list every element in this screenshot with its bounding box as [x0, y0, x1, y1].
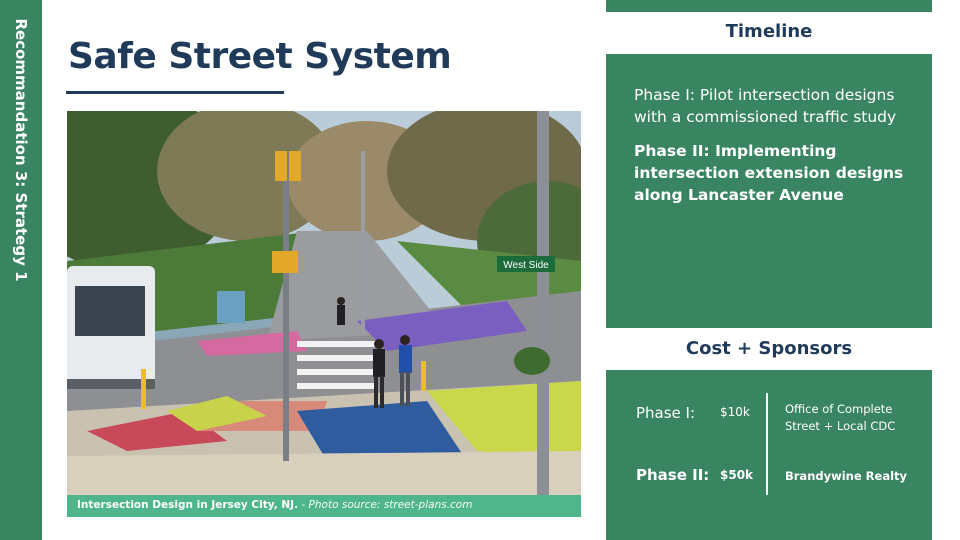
cost-phase-1-label: Phase I:: [636, 404, 696, 422]
sidebar-vertical-label: Recommandation 3: Strategy 1: [12, 18, 30, 282]
cost-phase-2-amount: $50k: [720, 468, 754, 482]
intersection-photo: West Side: [67, 111, 581, 495]
cost-heading: Cost + Sponsors: [685, 338, 853, 359]
cost-phase-2-sponsor: Brandywine Realty: [785, 469, 908, 483]
title-underline: [66, 91, 284, 94]
left-sidebar-bar: Recommandation 3: Strategy 1: [0, 0, 42, 540]
timeline-heading: Timeline: [725, 21, 813, 42]
caption-location: Intersection Design in Jersey City, NJ.: [77, 499, 299, 511]
photo-caption: Intersection Design in Jersey City, NJ. …: [67, 495, 581, 517]
cost-divider: [766, 393, 768, 495]
intersection-photo-illustration: West Side: [67, 111, 581, 495]
timeline-panel: Phase I: Pilot intersection designs with…: [606, 54, 932, 328]
caption-source: - Photo source: street-plans.com: [298, 499, 473, 511]
top-accent-bar: [606, 0, 932, 12]
street-sign-text: West Side: [503, 260, 549, 271]
cost-phase-2-label: Phase II:: [636, 466, 710, 484]
timeline-phase-1: Phase I: Pilot intersection designs with…: [634, 86, 897, 126]
cost-phase-1-amount: $10k: [720, 405, 750, 419]
timeline-phase-2: Phase II: Implementing intersection exte…: [634, 142, 904, 204]
cost-sponsors-panel: Phase I: $10k Office of Complete Street …: [606, 370, 932, 540]
page-title: Safe Street System: [68, 36, 452, 77]
cost-phase-1-sponsor: Office of Complete Street + Local CDC: [785, 402, 896, 433]
